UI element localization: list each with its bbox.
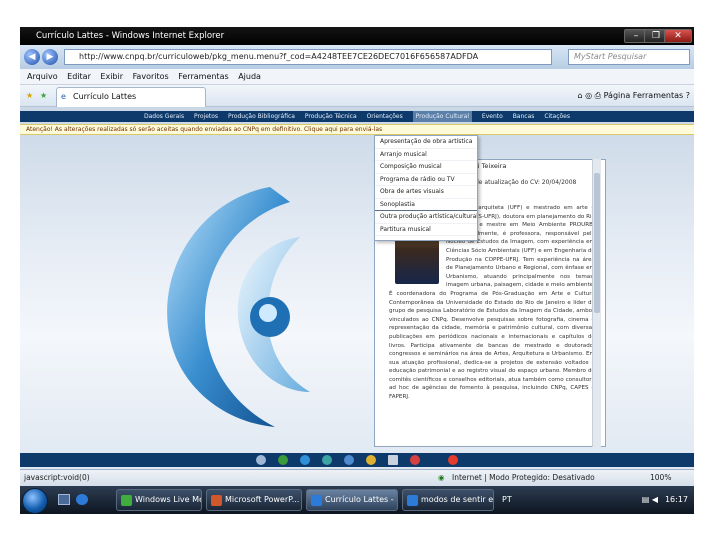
dd-outra-producao[interactable]: Outra produção artística/cultural: [375, 211, 477, 224]
address-bar: ◀ ▶ http://www.cnpq.br/curriculoweb/pkg_…: [20, 45, 694, 69]
dd-composicao-musical[interactable]: Composição musical: [375, 161, 477, 174]
task-label: Windows Live Mes...: [135, 495, 201, 504]
menu-ferramentas[interactable]: Ferramentas: [178, 69, 228, 85]
dd-partitura-musical[interactable]: Partitura musical: [375, 224, 477, 236]
internet-globe-icon: ◉: [438, 473, 445, 482]
nav-citacoes[interactable]: Citações: [544, 111, 570, 122]
page-menu[interactable]: Página: [604, 91, 631, 100]
search-input[interactable]: MyStart Pesquisar: [568, 49, 690, 65]
nav-dados-gerais[interactable]: Dados Gerais: [144, 111, 184, 122]
help-icon[interactable]: ?: [686, 91, 690, 100]
volume-icon[interactable]: ◀: [652, 495, 658, 504]
dd-arranjo-musical[interactable]: Arranjo musical: [375, 149, 477, 161]
browser-tab[interactable]: e Currículo Lattes: [56, 87, 206, 107]
home-icon[interactable]: ⌂: [577, 91, 582, 100]
alert-bar: Atenção! As alterações realizadas só ser…: [20, 124, 694, 135]
command-bar: ⌂ ◎ ⎙ Página Ferramentas ?: [577, 85, 690, 107]
recycle-icon[interactable]: [300, 455, 310, 465]
clock[interactable]: 16:17: [665, 486, 688, 514]
document-icon[interactable]: [388, 455, 398, 465]
producao-cultural-dropdown: Apresentação de obra artística Arranjo m…: [374, 135, 478, 241]
windows-taskbar: Windows Live Mes... Microsoft PowerP... …: [20, 486, 694, 514]
messenger-icon: [121, 495, 132, 506]
favorites-star-icon[interactable]: ★: [26, 85, 33, 107]
task-windows-live[interactable]: Windows Live Mes...: [116, 489, 202, 511]
back-button[interactable]: ◀: [24, 49, 40, 65]
nav-producao-tecnica[interactable]: Produção Técnica: [305, 111, 357, 122]
url-field[interactable]: http://www.cnpq.br/curriculoweb/pkg_menu…: [64, 49, 552, 65]
lattes-logo: [167, 187, 310, 427]
tools-icon[interactable]: [256, 455, 266, 465]
security-zone: Internet | Modo Protegido: Desativado: [452, 473, 595, 482]
ie-task-icon: [311, 495, 322, 506]
favorites-bar: ★ ★ e Currículo Lattes ⌂ ◎ ⎙ Página Ferr…: [20, 85, 694, 107]
desktop-screen: Currículo Lattes - Windows Internet Expl…: [20, 27, 694, 514]
nav-producao-bibliografica[interactable]: Produção Bibliográfica: [228, 111, 295, 122]
globe-icon[interactable]: [322, 455, 332, 465]
menu-bar: Arquivo Editar Exibir Favoritos Ferramen…: [20, 69, 694, 85]
users-icon[interactable]: [366, 455, 376, 465]
researcher-name: ri Teixeira: [475, 162, 507, 170]
exit-icon[interactable]: [448, 455, 458, 465]
menu-exibir[interactable]: Exibir: [100, 69, 123, 85]
quicklaunch-ie-icon[interactable]: [76, 494, 88, 505]
menu-ajuda[interactable]: Ajuda: [238, 69, 261, 85]
forward-button[interactable]: ▶: [42, 49, 58, 65]
window-title: Currículo Lattes - Windows Internet Expl…: [36, 31, 225, 41]
save-icon[interactable]: [344, 455, 354, 465]
ie-task-icon: [407, 495, 418, 506]
nav-orientacoes[interactable]: Orientações: [367, 111, 403, 122]
show-desktop-icon[interactable]: [58, 494, 70, 505]
alert-text: Atenção! As alterações realizadas só ser…: [26, 126, 383, 133]
tools-menu[interactable]: Ferramentas: [633, 91, 683, 100]
task-modos-de-sentir[interactable]: modos de sentir e ...: [402, 489, 494, 511]
add-favorites-icon[interactable]: ★: [40, 85, 47, 107]
status-bar: javascript:void(0) ◉ Internet | Modo Pro…: [20, 469, 694, 486]
menu-arquivo[interactable]: Arquivo: [27, 69, 58, 85]
menu-favoritos[interactable]: Favoritos: [133, 69, 169, 85]
status-url: javascript:void(0): [24, 473, 90, 482]
feeds-icon[interactable]: ◎: [585, 91, 592, 100]
lattes-menu-bar: Dados Gerais Projetos Produção Bibliográ…: [20, 111, 694, 122]
network-icon[interactable]: ▤: [642, 495, 650, 504]
powerpoint-icon: [211, 495, 222, 506]
print-icon[interactable]: ⎙: [595, 91, 601, 100]
task-curriculo-lattes[interactable]: Currículo Lattes - ...: [306, 489, 398, 511]
menu-editar[interactable]: Editar: [67, 69, 91, 85]
lattes-toolbar: [20, 453, 694, 467]
task-powerpoint[interactable]: Microsoft PowerP...: [206, 489, 302, 511]
nav-bancas[interactable]: Bancas: [513, 111, 535, 122]
dd-apresentacao-obra[interactable]: Apresentação de obra artística: [375, 136, 477, 149]
nav-evento[interactable]: Evento: [482, 111, 503, 122]
close-button[interactable]: ✕: [664, 29, 692, 43]
nav-producao-cultural[interactable]: Produção Cultural: [412, 111, 472, 122]
scrollbar-thumb[interactable]: [594, 173, 600, 313]
last-update: de atualização do CV: 20/04/2008: [475, 179, 577, 186]
page-content: Dados Gerais Projetos Produção Bibliográ…: [20, 107, 694, 489]
task-label: modos de sentir e ...: [421, 495, 494, 504]
start-button[interactable]: [22, 488, 48, 514]
panel-scrollbar[interactable]: [592, 159, 601, 447]
zoom-level[interactable]: 100%: [650, 470, 671, 486]
nav-projetos[interactable]: Projetos: [194, 111, 218, 122]
task-label: Currículo Lattes - ...: [325, 495, 398, 504]
dd-obra-artes-visuais[interactable]: Obra de artes visuais: [375, 186, 477, 199]
dd-programa-radio-tv[interactable]: Programa de rádio ou TV: [375, 174, 477, 186]
language-indicator[interactable]: PT: [502, 486, 512, 514]
ie-icon: e: [61, 92, 66, 101]
window-titlebar[interactable]: Currículo Lattes - Windows Internet Expl…: [20, 27, 694, 45]
refresh-icon[interactable]: [278, 455, 288, 465]
system-tray: ▤ ◀: [642, 486, 658, 514]
tab-title: Currículo Lattes: [73, 92, 137, 101]
task-label: Microsoft PowerP...: [225, 495, 300, 504]
print-report-icon[interactable]: [410, 455, 420, 465]
dd-sonoplastia[interactable]: Sonoplastia: [375, 199, 477, 211]
